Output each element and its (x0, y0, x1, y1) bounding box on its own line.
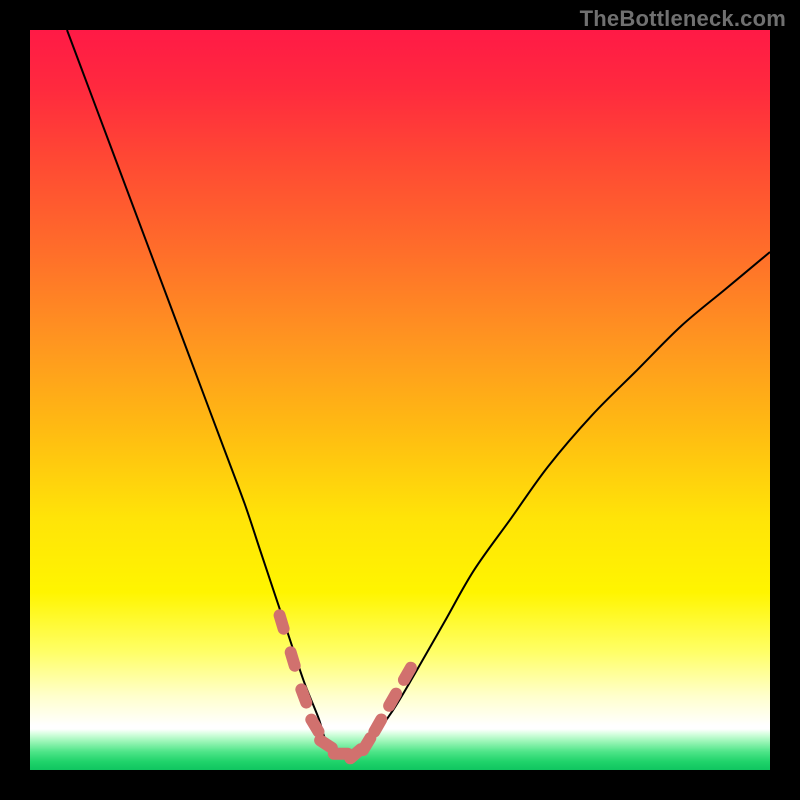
highlight-marker (280, 615, 284, 628)
chart-stage: TheBottleneck.com (0, 0, 800, 800)
watermark-text: TheBottleneck.com (580, 6, 786, 32)
highlight-marker (320, 740, 332, 748)
highlight-marker (301, 689, 306, 702)
highlight-marker (374, 720, 381, 732)
highlight-marker (291, 652, 295, 665)
highlight-marker (404, 668, 411, 680)
bottleneck-curve (67, 30, 770, 757)
highlight-marker (311, 720, 318, 732)
highlight-marker (363, 738, 370, 750)
highlight-marker (389, 694, 396, 706)
highlight-markers (280, 615, 411, 758)
plot-overlay (0, 0, 800, 800)
